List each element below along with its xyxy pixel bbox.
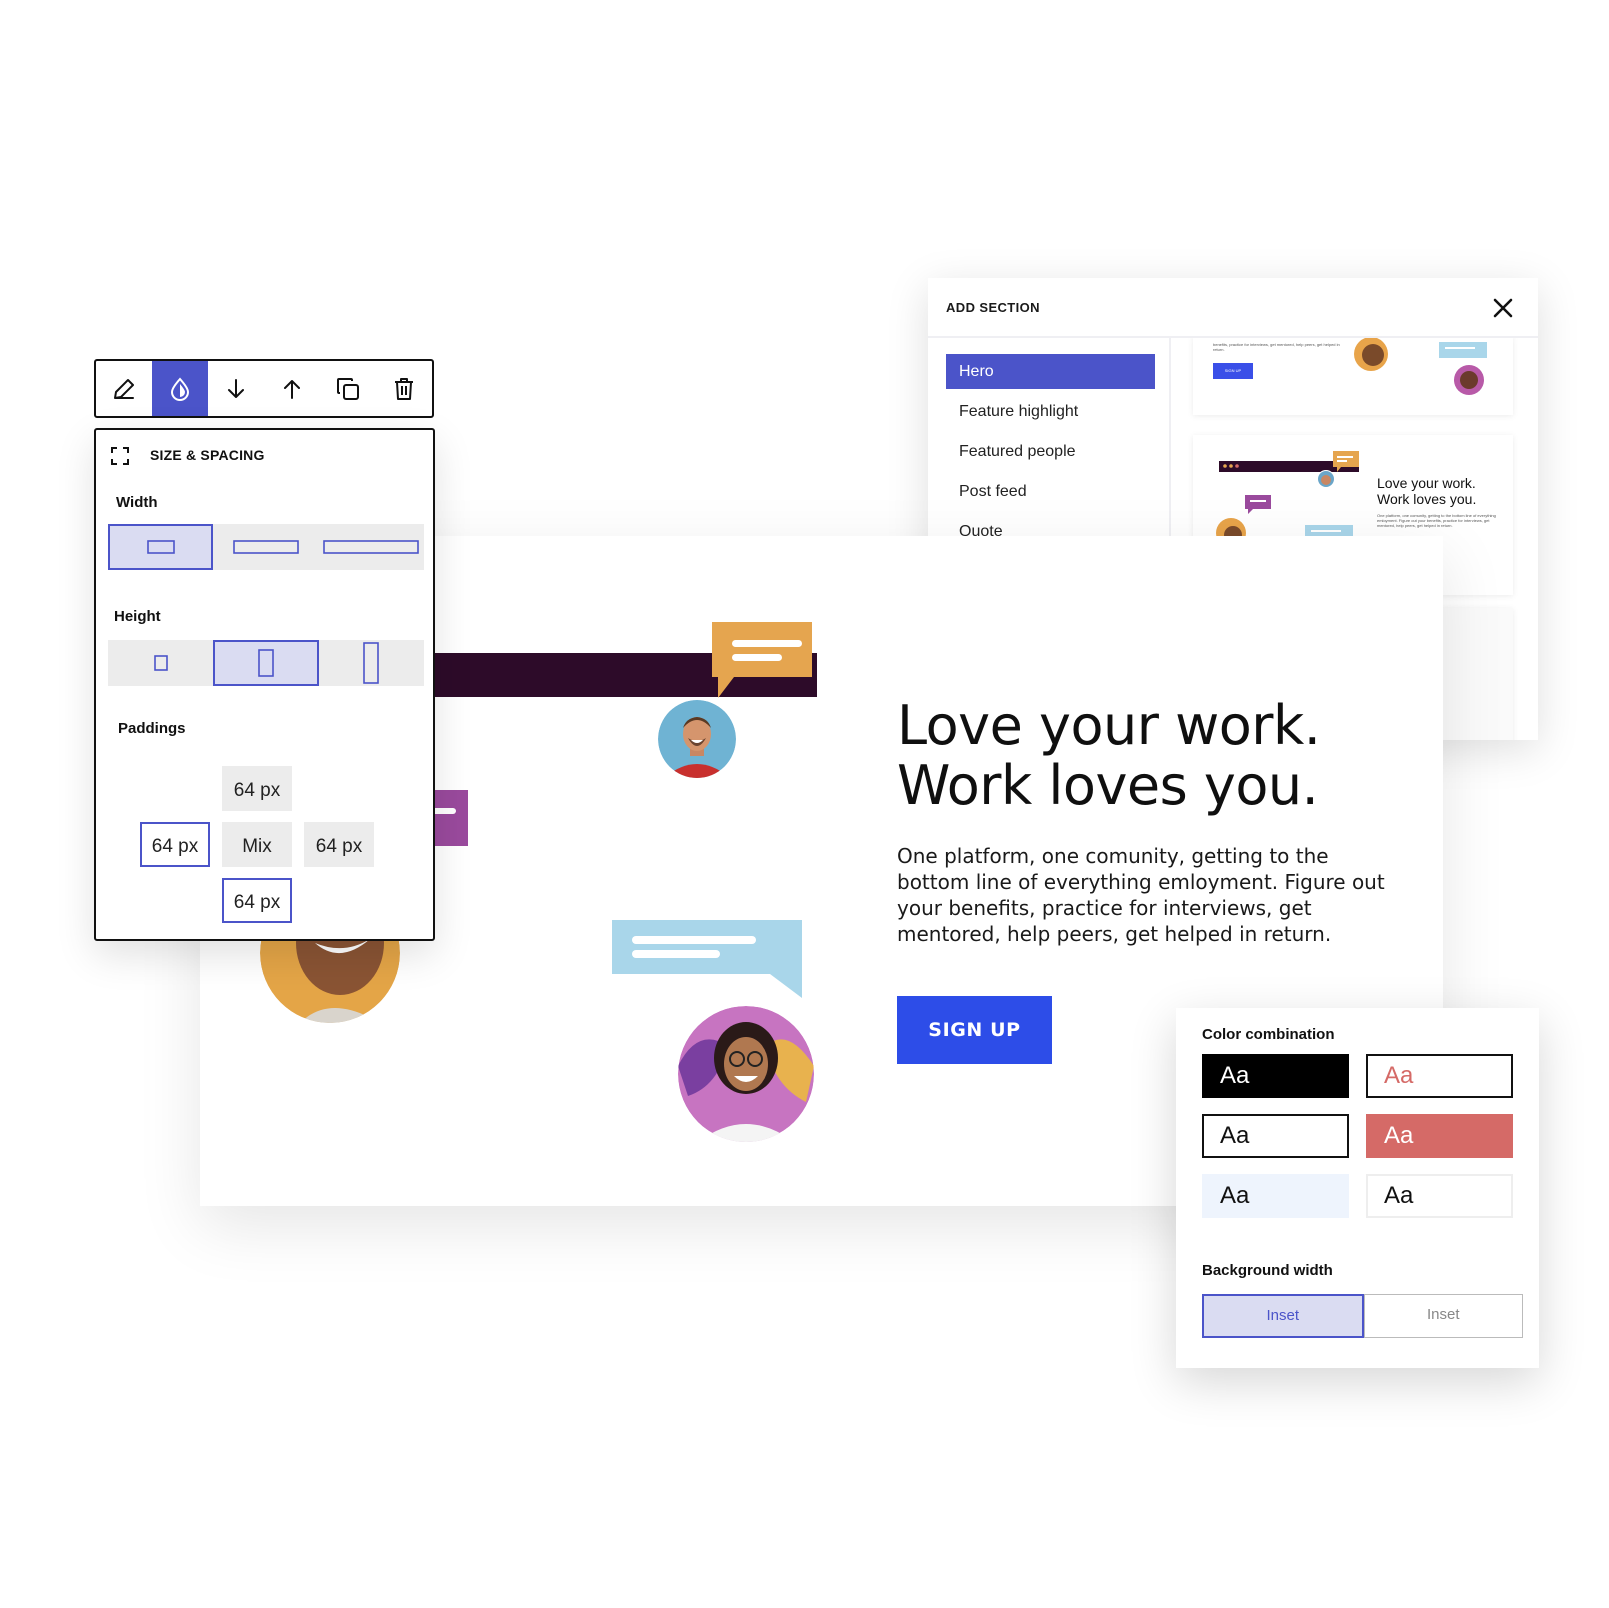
height-option-medium[interactable] [213, 640, 319, 686]
color-combination-panel: Color combination Aa Aa Aa Aa Aa Aa Back… [1176, 1008, 1539, 1368]
move-up-button[interactable] [264, 361, 320, 416]
bg-width-option[interactable]: Inset [1363, 1294, 1523, 1338]
size-spacing-panel: SIZE & SPACING Width Height Paddings 64 … [94, 428, 435, 941]
move-down-button[interactable] [208, 361, 264, 416]
duplicate-icon [337, 377, 359, 400]
delete-button[interactable] [376, 361, 432, 416]
add-section-title: ADD SECTION [946, 300, 1040, 315]
height-selector [108, 640, 424, 686]
bg-width-option[interactable]: Inset [1202, 1294, 1364, 1338]
section-item-post-feed[interactable]: Post feed [946, 474, 1155, 509]
height-medium-icon [258, 649, 274, 677]
preview-title: Love your work. Work loves you. [1377, 475, 1507, 507]
blue-chat-bubble [612, 920, 802, 998]
padding-right-field[interactable]: 64 px [304, 822, 374, 867]
hero-headline: Love your work. Work loves you. [897, 696, 1417, 816]
preview-body-text: One platform, one comunity, getting to t… [1377, 513, 1496, 528]
padding-mix-field[interactable]: Mix [222, 822, 292, 867]
color-swatch-white-red[interactable]: Aa [1366, 1054, 1513, 1098]
preview-chat-avatar [1439, 342, 1487, 397]
close-icon[interactable] [1490, 295, 1516, 321]
width-selector [108, 524, 424, 570]
color-swatch-red-white[interactable]: Aa [1366, 1114, 1513, 1158]
duplicate-button[interactable] [320, 361, 376, 416]
add-section-header: ADD SECTION [928, 278, 1538, 338]
color-swatch-white-black[interactable]: Aa [1202, 1114, 1349, 1158]
background-width-label: Background width [1202, 1262, 1333, 1279]
preview-title-line: Work loves you. [1377, 491, 1477, 507]
height-label: Height [114, 608, 161, 625]
width-option-medium[interactable] [213, 524, 319, 570]
height-short-icon [153, 655, 168, 671]
avatar-man [658, 700, 736, 778]
expand-icon [111, 447, 129, 465]
trash-icon [395, 377, 413, 400]
width-option-narrow[interactable] [108, 524, 214, 570]
preview-signup-button: SIGN UP [1213, 363, 1253, 379]
preview-card[interactable]: benefits, practice for interviews, get m… [1193, 338, 1513, 415]
background-width-toggle: Inset Inset [1202, 1294, 1523, 1338]
color-swatch-white-plain[interactable]: Aa [1366, 1174, 1513, 1218]
hero-headline-line: Love your work. [897, 694, 1321, 757]
avatar-woman-glasses [678, 1006, 814, 1142]
height-tall-icon [363, 642, 380, 684]
color-combination-label: Color combination [1202, 1026, 1335, 1043]
color-swatch-black-white[interactable]: Aa [1202, 1054, 1349, 1098]
width-medium-icon [233, 540, 299, 554]
paddings-label: Paddings [118, 720, 186, 737]
arrow-down-icon [228, 378, 244, 398]
block-toolbar [94, 359, 434, 418]
orange-chat-bubble [712, 622, 812, 698]
style-button[interactable] [152, 361, 208, 416]
padding-top-field[interactable]: 64 px [222, 766, 292, 811]
color-swatch-lightblue-black[interactable]: Aa [1202, 1174, 1349, 1218]
edit-button[interactable] [96, 361, 152, 416]
width-wide-icon [323, 540, 420, 554]
section-item-feature-highlight[interactable]: Feature highlight [946, 394, 1155, 429]
pencil-icon [114, 378, 134, 399]
droplet-icon [170, 376, 190, 401]
hero-headline-line: Work loves you. [897, 754, 1319, 817]
height-option-short[interactable] [108, 640, 214, 686]
width-narrow-icon [146, 540, 175, 554]
padding-left-field[interactable]: 64 px [140, 822, 210, 867]
preview-body-text: benefits, practice for interviews, get m… [1213, 342, 1340, 352]
preview-avatar [1354, 338, 1388, 371]
height-option-tall[interactable] [318, 640, 424, 686]
panel-title: SIZE & SPACING [150, 447, 265, 463]
section-item-hero[interactable]: Hero [946, 354, 1155, 389]
preview-title-line: Love your work. [1377, 475, 1476, 491]
arrow-up-icon [284, 379, 300, 399]
hero-body-text: One platform, one comunity, getting to t… [897, 844, 1385, 946]
width-option-wide[interactable] [318, 524, 424, 570]
section-item-featured-people[interactable]: Featured people [946, 434, 1155, 469]
padding-bottom-field[interactable]: 64 px [222, 878, 292, 923]
signup-button[interactable]: SIGN UP [897, 996, 1052, 1064]
width-label: Width [116, 494, 158, 511]
